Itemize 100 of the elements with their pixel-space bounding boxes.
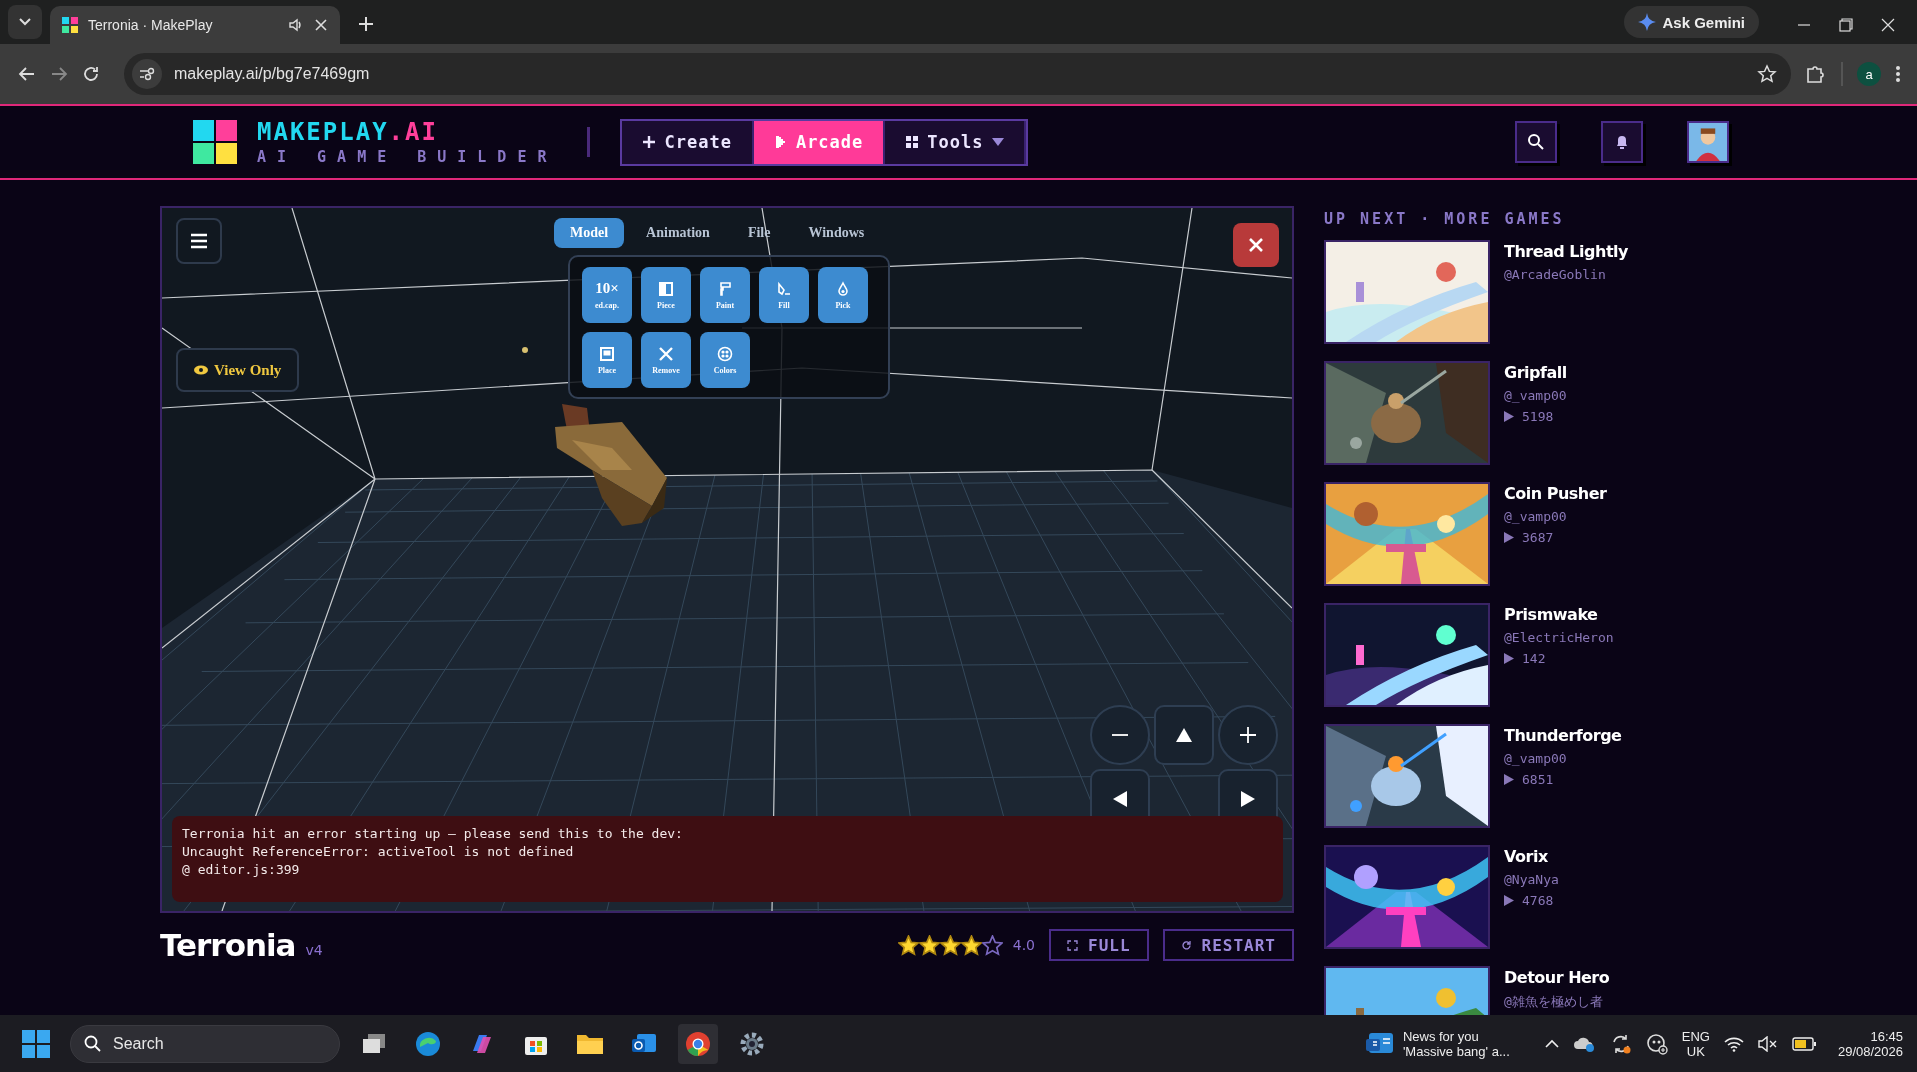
- close-icon[interactable]: [314, 18, 328, 32]
- author-name: @_vamp00: [1504, 751, 1568, 766]
- tab-list-button[interactable]: [8, 5, 42, 39]
- fullscreen-button[interactable]: FULL: [1049, 929, 1149, 961]
- editor-tab[interactable]: Windows: [792, 218, 881, 248]
- tool-button[interactable]: Pick: [818, 267, 868, 323]
- error-text: Uncaught ReferenceError: activeTool is not defined: [182, 844, 575, 859]
- play-count: 5198: [1522, 409, 1554, 424]
- game-name[interactable]: Detour Hero: [1504, 968, 1610, 987]
- browser-icon: [685, 1030, 711, 1057]
- tool-icon: [717, 345, 733, 362]
- reload-icon[interactable]: [82, 65, 100, 83]
- close-button[interactable]: [1233, 223, 1279, 267]
- ask-gemini-button[interactable]: Ask Gemini: [1624, 6, 1759, 38]
- nav-button[interactable]: Create: [622, 120, 754, 164]
- chevron-up-icon[interactable]: [1543, 1038, 1560, 1049]
- muted-speaker-icon[interactable]: [1757, 1035, 1778, 1052]
- tool-button[interactable]: Remove: [641, 332, 691, 388]
- taskbar-button[interactable]: [678, 1023, 718, 1064]
- notifications-button[interactable]: [1601, 121, 1643, 163]
- game-name[interactable]: Thread Lightly: [1504, 242, 1628, 261]
- play-count: 4768: [1522, 893, 1554, 908]
- editor-tab[interactable]: Animation: [630, 218, 726, 248]
- game-name[interactable]: Coin Pusher: [1504, 484, 1607, 503]
- task-view-icon[interactable]: [362, 1032, 386, 1055]
- editor-tab[interactable]: Model: [554, 218, 625, 248]
- speaker-icon[interactable]: [288, 17, 304, 33]
- view-only-badge: View Only: [176, 348, 300, 392]
- filled-star-icon: [897, 934, 919, 956]
- plus-icon: [1240, 727, 1256, 743]
- gear-icon[interactable]: [739, 1030, 765, 1057]
- tool-icon: [599, 345, 615, 362]
- game-name[interactable]: Gripfall: [1504, 363, 1567, 382]
- caret-icon: [991, 138, 1004, 146]
- tool-button[interactable]: Paint: [700, 267, 750, 323]
- taskbar-search-field[interactable]: Search: [70, 1024, 340, 1063]
- error-text: Terronia hit an error starting up — please send this to the dev:: [182, 826, 684, 841]
- play-count: 3687: [1522, 530, 1554, 545]
- tab-title: Terronia · MakePlay: [88, 17, 214, 33]
- language-indicator[interactable]: ENG: [1681, 1028, 1710, 1044]
- menu-button[interactable]: [176, 218, 222, 264]
- author-name: @ElectricHeron: [1504, 630, 1614, 645]
- tool-button[interactable]: Fill: [759, 267, 809, 323]
- network-add-icon[interactable]: [1645, 1032, 1668, 1055]
- back-icon[interactable]: [18, 65, 36, 83]
- region-indicator[interactable]: UK: [1686, 1043, 1705, 1059]
- author-name: @NyaNya: [1504, 872, 1559, 887]
- close-icon[interactable]: [1881, 18, 1895, 32]
- folder-icon[interactable]: [576, 1032, 604, 1055]
- site-info-button[interactable]: [132, 59, 162, 89]
- puzzle-icon[interactable]: [1805, 63, 1827, 85]
- tool-button[interactable]: 10× ed.cap.: [582, 267, 632, 323]
- tagline: AI GAME BUILDER: [257, 148, 558, 166]
- star-icon[interactable]: [1757, 64, 1777, 84]
- profile-avatar[interactable]: a: [1857, 62, 1881, 86]
- marker-icon: [522, 347, 528, 353]
- restore-icon[interactable]: [1839, 18, 1853, 32]
- browser-icon[interactable]: [415, 1030, 441, 1057]
- tool-icon: [658, 280, 674, 297]
- filled-star-icon: [918, 934, 940, 956]
- tool-icon: [717, 280, 733, 297]
- avatar-icon[interactable]: [1687, 121, 1729, 163]
- news-headline[interactable]: 'Massive bang' a...: [1402, 1043, 1510, 1059]
- plus-icon: [642, 135, 657, 149]
- menu-icon[interactable]: [1895, 65, 1901, 83]
- eye-icon: [194, 365, 208, 375]
- tool-icon: [658, 345, 674, 362]
- windows-start-icon[interactable]: [22, 1029, 50, 1058]
- game-title: Terronia: [160, 927, 296, 963]
- rating-value: 4.0: [1012, 937, 1036, 953]
- logo-icon: [193, 120, 237, 164]
- tool-button[interactable]: Colors: [700, 332, 750, 388]
- search-button[interactable]: [1515, 121, 1557, 163]
- news-title[interactable]: News for you: [1402, 1028, 1510, 1044]
- grid-icon: [905, 135, 920, 149]
- chevron-down-icon: [19, 18, 31, 26]
- play-icon: [1504, 653, 1514, 664]
- game-name[interactable]: Thunderforge: [1504, 726, 1622, 745]
- clock-time[interactable]: 16:45: [1870, 1028, 1903, 1044]
- address-field[interactable]: makeplay.ai/p/bg7e7469gm: [124, 53, 1791, 95]
- play-count: 6851: [1522, 772, 1554, 787]
- version-label: v4: [305, 942, 323, 958]
- restart-button[interactable]: RESTART: [1162, 929, 1294, 961]
- game-name[interactable]: Vorix: [1504, 847, 1559, 866]
- play-icon: [1504, 532, 1514, 543]
- tool-button[interactable]: Piece: [641, 267, 691, 323]
- move-up-button[interactable]: [1154, 705, 1214, 765]
- sparkle-icon: [1638, 13, 1657, 31]
- forward-icon[interactable]: [50, 65, 68, 83]
- nav-button[interactable]: Tools: [885, 120, 1026, 164]
- filled-star-icon: [939, 934, 961, 956]
- expand-icon: [1067, 939, 1079, 951]
- battery-icon[interactable]: [1791, 1036, 1816, 1051]
- menu-icon: [190, 233, 208, 249]
- clock-date[interactable]: 29/08/2026: [1837, 1043, 1903, 1059]
- browser-tab[interactable]: Terronia · MakePlay: [50, 6, 340, 44]
- game-name[interactable]: Prismwake: [1504, 605, 1614, 624]
- tool-button[interactable]: Place: [582, 332, 632, 388]
- right-triangle-icon: [1241, 791, 1255, 807]
- wifi-icon[interactable]: [1723, 1035, 1744, 1052]
